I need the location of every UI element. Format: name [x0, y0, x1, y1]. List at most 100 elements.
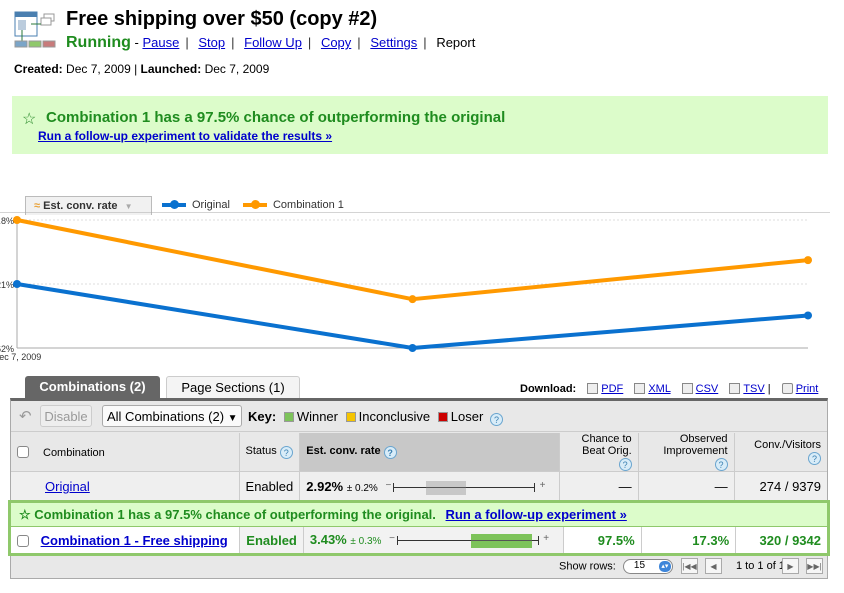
rate-cell: 3.43% ± 0.3% − +	[303, 527, 564, 553]
winner-swatch	[283, 412, 294, 422]
first-page-button[interactable]: |◀◀	[681, 558, 698, 574]
key-loser-label: Loser	[450, 409, 484, 424]
combination-link-original[interactable]: Original	[45, 479, 90, 494]
prev-page-button[interactable]: ◀	[705, 558, 722, 574]
divider: |	[231, 35, 235, 50]
banner-headline: Combination 1 has a 97.5% chance of outp…	[46, 109, 506, 126]
divider: |	[767, 383, 771, 395]
col-combination[interactable]: Combination	[11, 433, 240, 472]
row-checkbox[interactable]	[17, 534, 29, 547]
status-key: Key: Winner Inconclusive Loser ?	[248, 409, 503, 426]
legend-item-combination-1: Combination 1	[242, 199, 344, 211]
next-page-button[interactable]: ▶	[782, 558, 799, 574]
col-conv-visitors[interactable]: Conv./Visitors?	[734, 433, 827, 472]
experiment-logo-icon	[14, 11, 56, 48]
plus-sign: +	[543, 532, 550, 544]
help-icon[interactable]: ?	[808, 452, 821, 465]
divider: |	[357, 35, 361, 50]
confidence-interval-bar: − +	[389, 532, 550, 548]
rate-cell: 2.92% ± 0.2% − +	[299, 471, 560, 502]
chevron-down-icon: ▼	[124, 202, 133, 211]
col-label: Est. conv. rate	[306, 445, 381, 457]
xml-icon	[634, 383, 646, 394]
combination-link-1[interactable]: Combination 1 - Free shipping	[41, 533, 228, 548]
plus-sign: +	[539, 479, 546, 491]
show-rows-label: Show rows:	[559, 560, 616, 573]
legend-label: Original	[192, 199, 230, 211]
divider: |	[423, 35, 427, 50]
follow-up-link[interactable]: Follow Up	[244, 35, 302, 50]
data-point	[408, 344, 417, 352]
grid-toolbar: ↶ Disable All Combinations (2) ▼ Key: Wi…	[11, 401, 827, 432]
combinations-table: Combination Status? Est. conv. rate? Cha…	[11, 433, 827, 502]
col-status[interactable]: Status?	[239, 433, 301, 472]
col-label: Status	[245, 445, 277, 457]
print-link[interactable]: Print	[796, 383, 819, 395]
metric-selector-label: Est. conv. rate	[43, 200, 118, 212]
help-icon[interactable]: ?	[714, 458, 728, 471]
status-separator: -	[134, 35, 139, 50]
col-observed-improvement[interactable]: Observed Improvement?	[638, 433, 735, 472]
disable-button[interactable]: Disable	[40, 405, 92, 427]
created-label: Created:	[14, 62, 63, 76]
help-icon[interactable]: ?	[383, 446, 397, 459]
series-line-original	[16, 282, 809, 350]
copy-link[interactable]: Copy	[321, 35, 351, 50]
launched-label: Launched:	[140, 62, 202, 76]
download-csv-link[interactable]: CSV	[696, 383, 719, 395]
settings-link[interactable]: Settings	[370, 35, 417, 50]
select-all-checkbox[interactable]	[17, 445, 29, 458]
rows-per-page-select[interactable]: 15 ▴▾	[622, 559, 673, 574]
chart-lines-icon: ≈	[34, 200, 41, 212]
col-label: Combination	[43, 446, 105, 459]
download-pdf-link[interactable]: PDF	[601, 383, 623, 395]
star-icon: ☆	[19, 507, 31, 522]
divider: |	[185, 35, 189, 50]
combination-filter-select[interactable]: All Combinations (2) ▼	[102, 405, 242, 427]
download-label: Download:	[520, 383, 577, 395]
run-follow-up-link[interactable]: Run a follow-up experiment »	[446, 507, 627, 522]
winner-note-text: Combination 1 has a 97.5% chance of outp…	[34, 507, 436, 522]
help-icon[interactable]: ?	[618, 458, 632, 471]
download-tsv-link[interactable]: TSV	[743, 383, 764, 395]
undo-icon[interactable]: ↶	[19, 407, 32, 425]
rows-value: 15	[633, 560, 646, 571]
ci-value: ± 0.2%	[346, 482, 378, 494]
experiment-dates: Created: Dec 7, 2009 | Launched: Dec 7, …	[14, 62, 270, 76]
chart-legend: Original Combination 1	[162, 198, 354, 211]
show-rows: Show rows: 15 ▴▾	[559, 559, 673, 574]
conversion-rate-chart: 3.8%3.21%2.62%Dec 7, 2009	[0, 212, 830, 362]
last-page-button[interactable]: ▶▶|	[806, 558, 823, 574]
report-label: Report	[436, 35, 476, 50]
stop-link[interactable]: Stop	[198, 35, 225, 50]
experiment-title: Free shipping over $50 (copy #2)	[66, 8, 378, 30]
minus-sign: −	[389, 532, 395, 544]
legend-item-original: Original	[162, 199, 230, 211]
tab-page-sections[interactable]: Page Sections (1)	[166, 376, 300, 398]
follow-up-experiment-link[interactable]: Run a follow-up experiment to validate t…	[38, 129, 332, 143]
data-point	[13, 280, 21, 288]
confidence-interval-bar: − +	[385, 479, 546, 495]
combination-1-row-table: Combination 1 - Free shipping Enabled 3.…	[11, 527, 827, 553]
data-point	[13, 216, 21, 224]
rate-value: 2.92%	[306, 478, 344, 494]
status-cell: Enabled	[239, 527, 304, 553]
legend-swatch	[162, 200, 186, 209]
help-icon[interactable]: ?	[279, 446, 293, 459]
tab-combinations[interactable]: Combinations (2)	[25, 376, 160, 398]
table-header-row: Combination Status? Est. conv. rate? Cha…	[11, 433, 827, 472]
pdf-icon	[587, 383, 599, 394]
col-chance-to-beat[interactable]: Chance to Beat Orig.?	[559, 433, 639, 472]
col-est-conv-rate[interactable]: Est. conv. rate?	[299, 433, 560, 472]
combinations-panel: ↶ Disable All Combinations (2) ▼ Key: Wi…	[8, 398, 830, 579]
download-xml-link[interactable]: XML	[648, 383, 670, 395]
help-icon[interactable]: ?	[489, 413, 503, 426]
key-winner-label: Winner	[296, 409, 338, 424]
rate-value: 3.43%	[309, 532, 347, 548]
conv-visitors-cell: 320 / 9342	[735, 527, 827, 553]
data-point	[804, 311, 812, 320]
pause-link[interactable]: Pause	[142, 35, 179, 50]
star-icon: ☆	[22, 111, 37, 128]
ci-range	[471, 533, 532, 548]
winner-note: ☆ Combination 1 has a 97.5% chance of ou…	[11, 503, 827, 527]
